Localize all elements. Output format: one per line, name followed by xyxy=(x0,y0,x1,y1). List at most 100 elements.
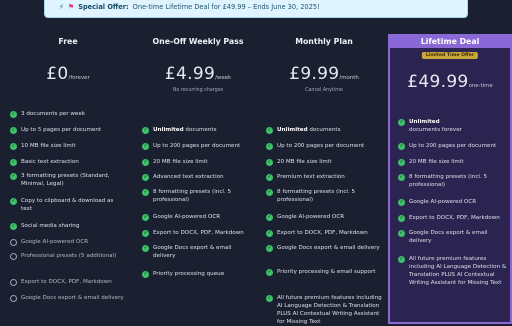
feature-text: Up to 200 pages per document xyxy=(153,143,241,149)
feature-item: ✓ 8 formatting presets (incl. 5 professio… xyxy=(142,188,254,204)
feature-text: Priority processing & email support xyxy=(277,269,376,275)
feature-text: 3 formatting presets (Standard, Minimal,… xyxy=(21,173,110,187)
feature-item: ✓ 3 formatting presets (Standard, Minimal… xyxy=(10,172,126,188)
feature-text: Google Docs export & email delivery xyxy=(409,230,488,244)
feature-item: ✓ Export to DOCX, PDF, Markdown xyxy=(142,229,254,237)
check-circle-icon: ✓ xyxy=(10,158,17,166)
banner-text: One-time Lifetime Deal for £49.99 – Ends… xyxy=(132,3,320,11)
check-circle-icon: ✓ xyxy=(142,270,149,278)
feature-text: Google Docs export & email delivery xyxy=(153,245,232,259)
plan-price: £4.99/week xyxy=(136,64,260,84)
special-offer-banner: ⚡ ⚑ Special Offer: One-time Lifetime Dea… xyxy=(44,0,468,18)
feature-item: ✓ Google AI-powered OCR xyxy=(398,198,508,206)
feature-item: ✓ 20 MB file size limit xyxy=(398,158,508,166)
check-circle-icon: ✓ xyxy=(398,142,405,150)
feature-text: Export to DOCX, PDF, Markdown xyxy=(153,230,244,236)
feature-text: 20 MB file size limit xyxy=(409,159,464,165)
feature-item: ✓ Unlimited documents xyxy=(142,126,254,134)
feature-item: ✓ Google Docs export & email delivery xyxy=(266,244,382,252)
flag-icon: ⚑ xyxy=(67,3,75,11)
price-amount: £4.99 xyxy=(164,64,216,84)
feature-text: Google AI-powered OCR xyxy=(277,214,345,220)
plan-note: No recurring charges xyxy=(172,88,224,93)
plan-monthly: Monthly Plan £9.99/month Cancel Anytime … xyxy=(260,34,388,325)
feature-item: ✓ 8 formatting presets (incl. 5 professio… xyxy=(398,173,508,189)
feature-item: ✓ 3 documents per week xyxy=(10,110,126,118)
check-circle-icon: ✓ xyxy=(266,229,273,237)
plan-price: £49.99one-time xyxy=(390,72,510,92)
feature-text: Copy to clipboard & download as text xyxy=(21,198,114,212)
feature-item: ✓ Up to 200 pages per document xyxy=(398,142,508,150)
lightning-icon: ⚡ xyxy=(59,3,64,11)
check-circle-icon: ✓ xyxy=(398,198,405,206)
feature-text: Up to 5 pages per document xyxy=(21,127,102,133)
feature-text: 8 formatting presets (incl. 5 profession… xyxy=(409,174,488,188)
plan-title: One-Off Weekly Pass xyxy=(152,36,244,46)
feature-item: ✓ Priority processing queue xyxy=(142,270,254,278)
plan-note: Cancel Anytime xyxy=(305,88,343,93)
check-circle-icon: ✓ xyxy=(266,173,273,181)
plan-lifetime: Lifetime Deal Limited Time Offer £49.99o… xyxy=(388,34,512,324)
feature-item: ✓ Google AI-powered OCR xyxy=(142,213,254,221)
feature-item: ✓ Up to 200 pages per document xyxy=(142,142,254,150)
feature-text: Unlimited documents xyxy=(153,127,217,133)
check-circle-icon: ✓ xyxy=(398,229,405,237)
feature-item: ✓ 20 MB file size limit xyxy=(142,158,254,166)
feature-item: ✓ Google Docs export & email delivery xyxy=(142,244,254,260)
feature-item: ✓ 8 formatting presets (incl. 5 professio… xyxy=(266,188,382,204)
price-amount: £0 xyxy=(46,64,69,84)
feature-item: ✓ Export to DOCX, PDF, Markdown xyxy=(266,229,382,237)
feature-text: Google Docs export & email delivery xyxy=(277,245,380,251)
check-circle-icon: ✓ xyxy=(142,173,149,181)
check-circle-icon: ✓ xyxy=(266,244,273,252)
feature-item: ✓ All future premium features including A… xyxy=(398,255,508,287)
banner-label: Special Offer: xyxy=(78,3,129,11)
circle-icon xyxy=(10,278,17,286)
feature-text: 8 formatting presets (incl. 5 profession… xyxy=(153,189,232,203)
price-period: one-time xyxy=(468,83,493,89)
check-circle-icon: ✓ xyxy=(398,255,405,263)
limited-offer-badge: Limited Time Offer xyxy=(421,52,479,59)
check-circle-icon: ✓ xyxy=(398,173,405,181)
check-circle-icon: ✓ xyxy=(266,188,273,196)
feature-text: Unlimited documents xyxy=(277,127,341,133)
feature-item: ✓ Unlimited documents xyxy=(266,126,382,134)
feature-highlight: Unlimited xyxy=(153,127,184,133)
check-circle-icon: ✓ xyxy=(398,158,405,166)
feature-text: Priority processing queue xyxy=(153,271,225,277)
check-circle-icon: ✓ xyxy=(266,158,273,166)
feature-item: Google Docs export & email delivery xyxy=(10,294,126,302)
feature-text: Basic text extraction xyxy=(21,159,79,165)
feature-item: ✓ 20 MB file size limit xyxy=(266,158,382,166)
check-circle-icon: ✓ xyxy=(142,126,149,134)
feature-item: Google AI-powered OCR xyxy=(10,238,126,246)
feature-item: ✓ All future premium features including A… xyxy=(266,294,382,326)
feature-text: Professional presets (5 additional) xyxy=(21,253,117,259)
check-circle-icon: ✓ xyxy=(142,158,149,166)
feature-item: ✓ Google Docs export & email delivery xyxy=(398,229,508,245)
circle-icon xyxy=(10,294,17,302)
feature-text: 10 MB file size limit xyxy=(21,143,76,149)
plan-free: Free £0/forever ✓ 3 documents per week ✓ Up… xyxy=(0,34,136,320)
feature-item: Export to DOCX, PDF, Markdown xyxy=(10,278,126,286)
price-period: /forever xyxy=(68,75,90,81)
plan-weekly-pass: One-Off Weekly Pass £4.99/week No recurr… xyxy=(136,34,260,320)
feature-text: Export to DOCX, PDF, Markdown xyxy=(409,215,500,221)
feature-item: ✓ Export to DOCX, PDF, Markdown xyxy=(398,214,508,222)
check-circle-icon: ✓ xyxy=(266,294,273,302)
feature-item: ✓ Google AI-powered OCR xyxy=(266,213,382,221)
plan-title: Monthly Plan xyxy=(295,36,353,46)
feature-text: Google AI-powered OCR xyxy=(409,199,477,205)
plan-title: Free xyxy=(58,36,78,46)
feature-highlight: Unlimited xyxy=(409,119,440,125)
feature-text: Unlimited documents forever xyxy=(409,119,462,133)
plan-price: £0/forever xyxy=(0,64,136,84)
circle-icon xyxy=(10,238,17,246)
feature-highlight: Unlimited xyxy=(277,127,308,133)
check-circle-icon: ✓ xyxy=(10,197,17,205)
check-circle-icon: ✓ xyxy=(266,126,273,134)
feature-text: Social media sharing xyxy=(21,223,80,229)
feature-text: Google AI-powered OCR xyxy=(21,239,89,245)
price-period: /month xyxy=(339,75,359,81)
feature-item: ✓ Basic text extraction xyxy=(10,158,126,166)
